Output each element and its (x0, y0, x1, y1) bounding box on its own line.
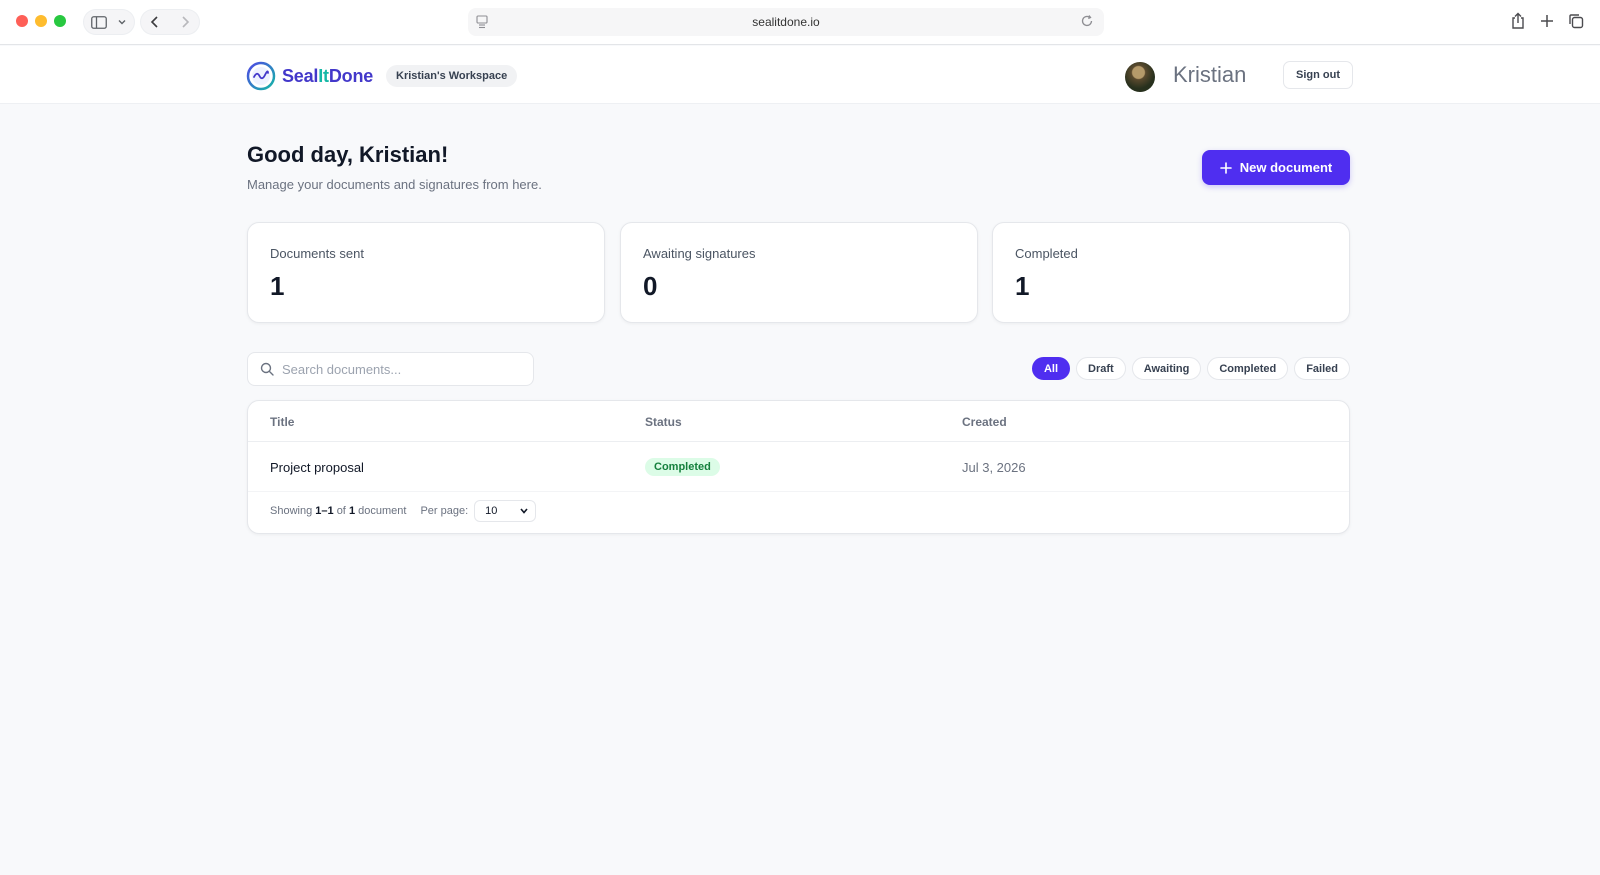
stat-label: Awaiting signatures (643, 246, 756, 261)
column-header-created[interactable]: Created (962, 415, 1007, 429)
per-page-select[interactable]: 10 (474, 500, 537, 522)
stat-value: 0 (643, 271, 658, 301)
new-document-label: New document (1239, 160, 1333, 175)
status-filters: All Draft Awaiting Completed Failed (1031, 357, 1350, 380)
search-box (247, 352, 534, 386)
stat-label: Completed (1015, 246, 1078, 261)
table-row[interactable]: Project proposal Completed Jul 3, 2026 (248, 442, 1349, 492)
tab-overview-icon[interactable] (1568, 13, 1584, 29)
documents-table: Title Status Created Project proposal Co… (247, 400, 1350, 534)
user-name: Kristian (1173, 62, 1247, 87)
new-tab-icon[interactable] (1540, 14, 1554, 28)
reload-icon[interactable] (1080, 14, 1094, 28)
forward-arrow-icon[interactable] (178, 15, 192, 29)
close-window-button[interactable] (16, 15, 28, 27)
stat-card-awaiting-signatures: Awaiting signatures 0 (620, 222, 978, 323)
chevron-down-icon (118, 20, 126, 25)
minimize-window-button[interactable] (35, 15, 47, 27)
app-header: SealItDone Kristian's Workspace Kristian… (0, 46, 1600, 104)
table-header: Title Status Created (248, 401, 1349, 442)
table-footer: Showing 1–1 of 1 document Per page: 10 (270, 500, 537, 522)
browser-toolbar: sealitdone.io (0, 0, 1600, 45)
document-title[interactable]: Project proposal (270, 460, 364, 475)
per-page-label: Per page: (420, 505, 469, 517)
back-arrow-icon[interactable] (148, 15, 162, 29)
filter-draft[interactable]: Draft (1076, 357, 1126, 380)
seal-logo-icon (246, 61, 276, 91)
filter-failed[interactable]: Failed (1294, 357, 1350, 380)
address-bar[interactable]: sealitdone.io (468, 8, 1104, 36)
sidebar-icon (91, 15, 107, 29)
share-icon[interactable] (1510, 12, 1526, 30)
url-text: sealitdone.io (752, 15, 820, 29)
plus-icon (1219, 161, 1232, 174)
stat-value: 1 (270, 271, 285, 301)
app-logo[interactable]: SealItDone (246, 61, 373, 91)
stat-card-completed: Completed 1 (992, 222, 1350, 323)
pagination-summary: Showing 1–1 of 1 document (270, 505, 407, 517)
page-subtitle: Manage your documents and signatures fro… (247, 177, 542, 192)
stat-label: Documents sent (270, 246, 364, 261)
chevron-down-icon (520, 508, 528, 514)
sidebar-toggle-button[interactable] (84, 10, 134, 34)
new-document-button[interactable]: New document (1202, 150, 1350, 185)
column-header-title[interactable]: Title (270, 415, 294, 429)
workspace-badge[interactable]: Kristian's Workspace (386, 65, 518, 87)
created-date: Jul 3, 2026 (962, 460, 1026, 475)
status-badge: Completed (645, 458, 720, 476)
user-avatar[interactable] (1125, 62, 1155, 92)
reader-icon[interactable] (476, 15, 488, 29)
history-navigation (141, 10, 199, 34)
search-input[interactable] (282, 361, 512, 377)
search-icon (260, 362, 274, 376)
column-header-status[interactable]: Status (645, 415, 682, 429)
sign-out-button[interactable]: Sign out (1283, 61, 1353, 89)
page-title: Good day, Kristian! (247, 142, 449, 167)
filter-awaiting[interactable]: Awaiting (1131, 357, 1202, 380)
filter-all[interactable]: All (1031, 357, 1071, 380)
app-logo-text: SealItDone (282, 65, 374, 86)
filter-completed[interactable]: Completed (1207, 357, 1289, 380)
stat-card-documents-sent: Documents sent 1 (247, 222, 605, 323)
stat-value: 1 (1015, 271, 1030, 301)
per-page-value: 10 (485, 505, 498, 517)
maximize-window-button[interactable] (54, 15, 66, 27)
